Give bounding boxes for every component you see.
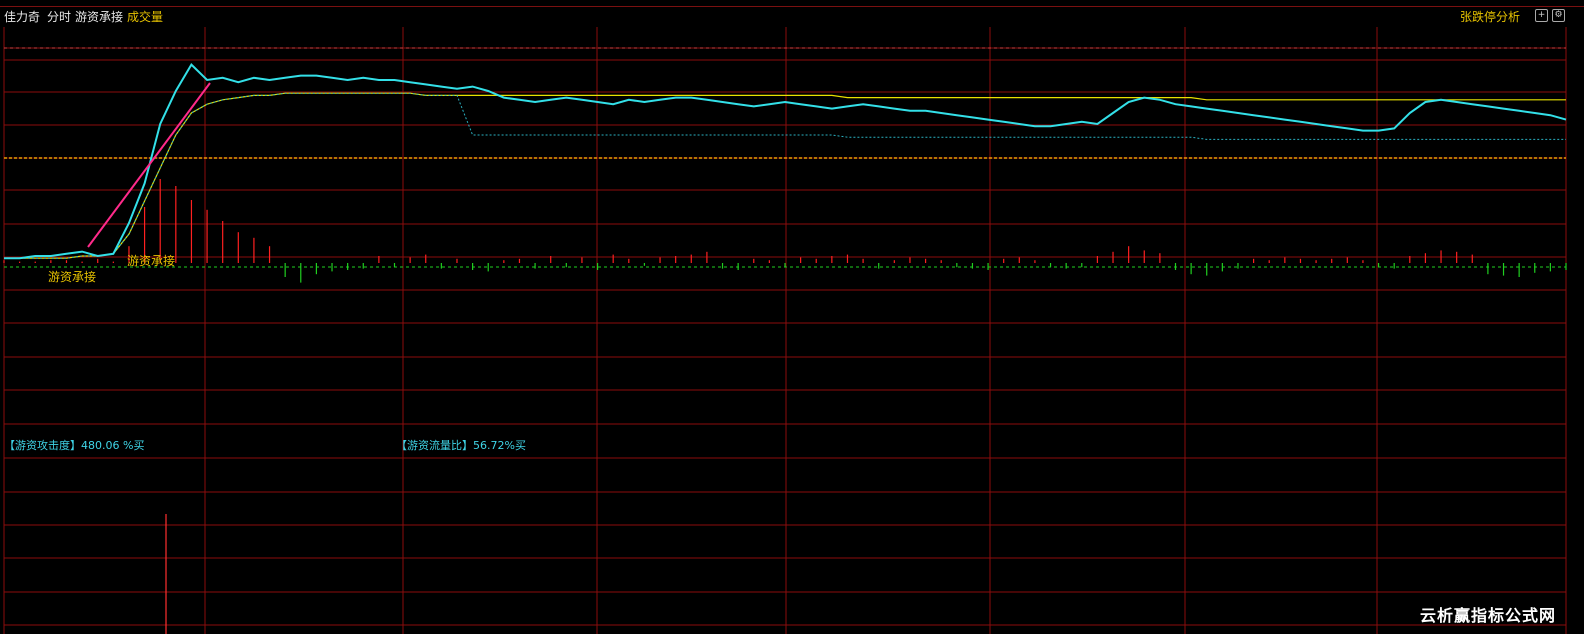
settings-icon[interactable]: ⚙ — [1552, 9, 1565, 22]
limit-analysis-button[interactable]: 张跌停分析 — [1460, 9, 1520, 25]
period-label[interactable]: 分时 — [47, 9, 71, 25]
volume-label[interactable]: 成交量 — [127, 9, 163, 25]
add-icon[interactable]: + — [1535, 9, 1548, 22]
flow-label-text: 【游资流量比】 — [396, 439, 473, 452]
menu-strip — [0, 0, 1584, 7]
attack-indicator-label: 【游资攻击度】480.06 %买 — [4, 437, 144, 453]
flow-value-text: 56.72%买 — [473, 439, 526, 452]
price-line — [4, 62, 1567, 260]
signal-label: 游资承接 — [48, 269, 96, 284]
attack-label-text: 【游资攻击度】 — [4, 439, 81, 452]
indicator-name-label[interactable]: 游资承接 — [75, 9, 123, 25]
intraday-chart[interactable]: 游资承接游资承接 — [0, 27, 1584, 634]
chart-title-bar: 佳力奇 分时 游资承接 成交量 张跌停分析 + ⚙ — [0, 7, 1584, 27]
attack-value-text: 480.06 %买 — [81, 439, 145, 452]
signal-label: 游资承接 — [127, 253, 175, 268]
stock-name-label[interactable]: 佳力奇 — [4, 9, 40, 25]
watermark: 云析赢指标公式网 — [1420, 606, 1557, 625]
flow-indicator-label: 【游资流量比】56.72%买 — [396, 437, 526, 453]
